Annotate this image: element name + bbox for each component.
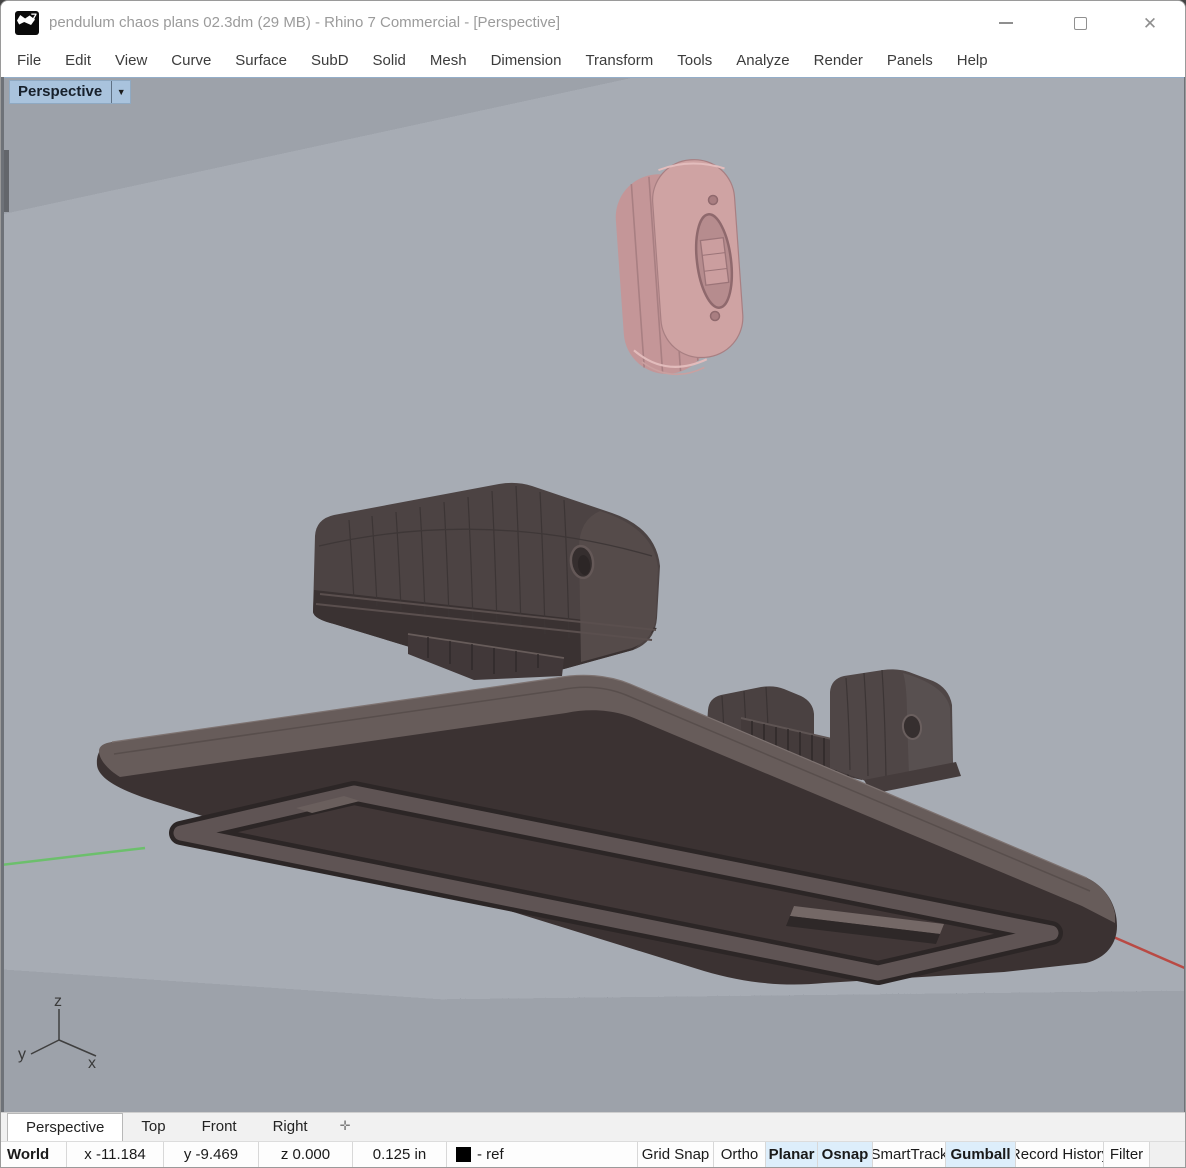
chevron-down-icon: ▼ xyxy=(117,87,126,97)
arch-block[interactable] xyxy=(313,483,660,680)
viewport-label-text: Perspective xyxy=(10,81,111,103)
window-title: pendulum chaos plans 02.3dm (29 MB) - Rh… xyxy=(49,1,560,45)
toggle-filter[interactable]: Filter xyxy=(1104,1142,1150,1167)
gizmo-y-line xyxy=(31,1040,59,1054)
model-layer: z y x xyxy=(4,78,1184,1112)
maximize-button[interactable] xyxy=(1063,9,1097,37)
toggle-gumball[interactable]: Gumball xyxy=(946,1142,1016,1167)
axis-gizmo xyxy=(31,1009,96,1056)
maximize-icon xyxy=(1074,17,1087,30)
menu-solid[interactable]: Solid xyxy=(361,45,418,77)
gizmo-y-label: y xyxy=(18,1046,26,1063)
perspective-viewport[interactable]: z y x Perspective ▼ xyxy=(4,77,1184,1112)
menu-mesh[interactable]: Mesh xyxy=(418,45,479,77)
coord-y-readout: y -9.469 xyxy=(164,1142,259,1167)
tab-perspective[interactable]: Perspective xyxy=(7,1113,123,1141)
menu-analyze[interactable]: Analyze xyxy=(724,45,801,77)
menu-transform[interactable]: Transform xyxy=(573,45,665,77)
gizmo-z-label: z xyxy=(54,993,62,1010)
minimize-icon xyxy=(999,22,1013,24)
minimize-button[interactable] xyxy=(989,9,1023,37)
pivot-hole-top xyxy=(709,196,718,205)
menu-subd[interactable]: SubD xyxy=(299,45,361,77)
toggle-osnap[interactable]: Osnap xyxy=(818,1142,873,1167)
tab-top[interactable]: Top xyxy=(123,1113,183,1141)
pivot-hole-bottom xyxy=(711,312,720,321)
toggle-planar[interactable]: Planar xyxy=(766,1142,818,1167)
tab-front[interactable]: Front xyxy=(184,1113,255,1141)
coord-z-readout: z 0.000 xyxy=(259,1142,353,1167)
layer-pane[interactable]: - ref xyxy=(447,1142,638,1167)
pivot-block-selected[interactable] xyxy=(612,157,747,378)
menu-bar: File Edit View Curve Surface SubD Solid … xyxy=(1,45,1185,77)
toggle-record-history[interactable]: Record History xyxy=(1016,1142,1104,1167)
add-viewport-tab-button[interactable]: ✛ xyxy=(336,1113,355,1141)
status-bar-filler xyxy=(1150,1142,1185,1167)
app-icon-digit: 7 xyxy=(31,12,37,24)
menu-help[interactable]: Help xyxy=(945,45,1000,77)
toggle-grid-snap[interactable]: Grid Snap xyxy=(638,1142,714,1167)
menu-render[interactable]: Render xyxy=(802,45,875,77)
menu-file[interactable]: File xyxy=(5,45,53,77)
plus-icon: ✛ xyxy=(340,1118,351,1133)
toggle-smarttrack[interactable]: SmartTrack xyxy=(873,1142,946,1167)
menu-panels[interactable]: Panels xyxy=(875,45,945,77)
status-bar: World x -11.184 y -9.469 z 0.000 0.125 i… xyxy=(1,1141,1185,1167)
menu-surface[interactable]: Surface xyxy=(223,45,299,77)
coord-x-readout: x -11.184 xyxy=(67,1142,164,1167)
layer-color-swatch xyxy=(456,1147,471,1162)
viewport-tab-bar: Perspective Top Front Right ✛ xyxy=(1,1112,1185,1141)
units-readout[interactable]: 0.125 in xyxy=(353,1142,447,1167)
layer-name: - ref xyxy=(477,1146,504,1163)
viewport-frame: z y x Perspective ▼ xyxy=(1,77,1185,1112)
menu-dimension[interactable]: Dimension xyxy=(479,45,574,77)
gizmo-x-label: x xyxy=(88,1055,96,1072)
pivot-recess-boss xyxy=(700,238,728,285)
title-bar: 7 pendulum chaos plans 02.3dm (29 MB) - … xyxy=(1,1,1185,45)
base-plate[interactable] xyxy=(97,675,1117,984)
close-icon: ✕ xyxy=(1143,15,1157,32)
close-button[interactable]: ✕ xyxy=(1133,9,1167,37)
menu-curve[interactable]: Curve xyxy=(159,45,223,77)
rhino-app-icon: 7 xyxy=(15,11,39,35)
viewport-label[interactable]: Perspective ▼ xyxy=(9,80,131,104)
gizmo-x-line xyxy=(59,1040,96,1056)
tab-right[interactable]: Right xyxy=(255,1113,326,1141)
cplane-button[interactable]: World xyxy=(1,1142,67,1167)
menu-edit[interactable]: Edit xyxy=(53,45,103,77)
world-y-axis-line xyxy=(4,848,145,865)
menu-view[interactable]: View xyxy=(103,45,159,77)
toggle-ortho[interactable]: Ortho xyxy=(714,1142,766,1167)
rhino-window: 7 pendulum chaos plans 02.3dm (29 MB) - … xyxy=(0,0,1186,1168)
viewport-menu-button[interactable]: ▼ xyxy=(111,81,130,103)
menu-tools[interactable]: Tools xyxy=(665,45,724,77)
